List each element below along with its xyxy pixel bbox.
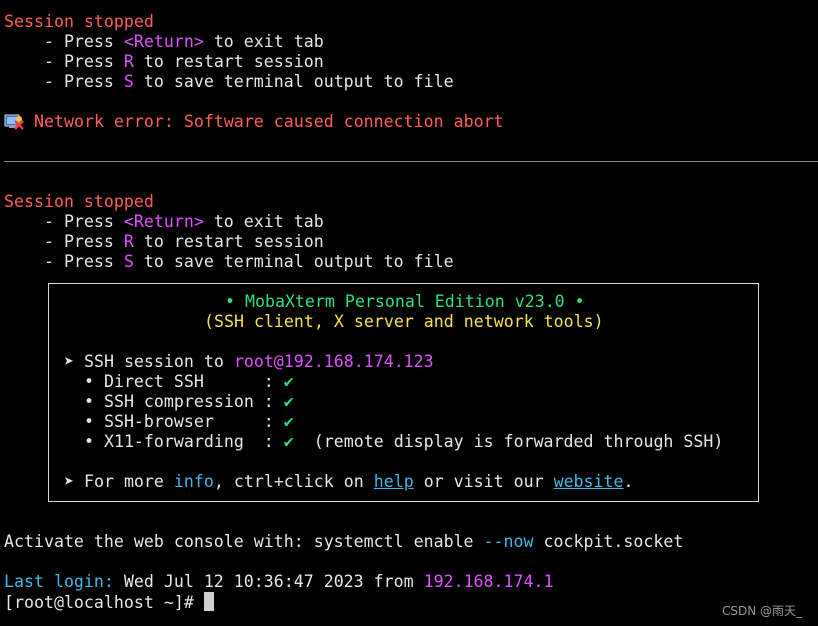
r-key: R — [123, 52, 134, 71]
press-return-line: - Press <Return> to exit tab — [4, 212, 324, 232]
activate-console-line: Activate the web console with: systemctl… — [4, 532, 683, 552]
s-key: S — [123, 252, 134, 271]
prompt-text: [root@localhost ~]# — [4, 593, 204, 612]
banner-subtitle: (SSH client, X server and network tools) — [204, 312, 604, 331]
return-desc: to exit tab — [203, 212, 324, 231]
now-flag: --now — [483, 532, 534, 551]
feature-ssh-compression: • SSH compression : ✔ — [64, 392, 294, 412]
check-icon: ✔ — [283, 432, 294, 451]
feature-note: (remote display is forwarded through SSH… — [293, 432, 724, 451]
last-login-label: Last login: — [4, 572, 114, 591]
more-prefix: ➤ For more — [64, 472, 174, 491]
press-r-line: - Press R to restart session — [4, 52, 324, 72]
more-info-line: ➤ For more info, ctrl+click on help or v… — [64, 472, 634, 492]
info-link[interactable]: info — [174, 472, 214, 491]
more-end: . — [623, 472, 634, 491]
press-label: - Press — [4, 252, 124, 271]
network-error-icon — [4, 114, 24, 130]
watermark-text: CSDN @雨天_ — [721, 604, 802, 618]
ssh-session-line: ➤ SSH session to root@192.168.174.123 — [64, 352, 434, 372]
press-label: - Press — [4, 212, 124, 231]
feature-direct-ssh: • Direct SSH : ✔ — [64, 372, 294, 392]
feature-label: • Direct SSH : — [64, 372, 284, 391]
press-r-line: - Press R to restart session — [4, 232, 324, 252]
session-stopped-text: Session stopped — [4, 12, 154, 31]
activate-text: Activate the web console with: systemctl… — [4, 532, 484, 551]
s-desc: to save terminal output to file — [133, 72, 454, 91]
session-stopped-text: Session stopped — [4, 192, 154, 211]
s-desc: to save terminal output to file — [133, 252, 454, 271]
press-return-line: - Press <Return> to exit tab — [4, 32, 324, 52]
press-label: - Press — [4, 32, 124, 51]
feature-label: • X11-forwarding : — [64, 432, 284, 451]
terminal-window[interactable]: Session stopped - Press <Return> to exit… — [0, 0, 818, 626]
feature-label: • SSH compression : — [64, 392, 284, 411]
check-icon: ✔ — [283, 412, 294, 431]
last-login-line: Last login: Wed Jul 12 10:36:47 2023 fro… — [4, 572, 553, 592]
last-login-date: Wed Jul 12 10:36:47 2023 from — [113, 572, 424, 591]
press-label: - Press — [4, 232, 124, 251]
more-mid: , ctrl+click on — [213, 472, 374, 491]
press-label: - Press — [4, 72, 124, 91]
shell-prompt[interactable]: [root@localhost ~]# — [4, 592, 214, 612]
r-desc: to restart session — [133, 52, 324, 71]
feature-ssh-browser: • SSH-browser : ✔ — [64, 412, 294, 432]
return-desc: to exit tab — [203, 32, 324, 51]
return-key: <Return> — [123, 212, 204, 231]
feature-label: • SSH-browser : — [64, 412, 284, 431]
s-key: S — [123, 72, 134, 91]
last-login-ip: 192.168.174.1 — [423, 572, 554, 591]
socket-text: cockpit.socket — [533, 532, 684, 551]
help-link[interactable]: help — [374, 472, 414, 491]
banner-title: • MobaXterm Personal Edition v23.0 • — [225, 292, 585, 311]
more-mid2: or visit our — [413, 472, 554, 491]
feature-x11-forwarding: • X11-forwarding : ✔ (remote display is … — [64, 432, 723, 452]
terminal-cursor — [203, 592, 214, 611]
r-desc: to restart session — [133, 232, 324, 251]
network-error-text: Network error: Software caused connectio… — [34, 112, 504, 131]
check-icon: ✔ — [283, 372, 294, 391]
press-s-line: - Press S to save terminal output to fil… — [4, 252, 454, 272]
ssh-target: root@192.168.174.123 — [233, 352, 434, 371]
press-label: - Press — [4, 52, 124, 71]
check-icon: ✔ — [283, 392, 294, 411]
ssh-prefix: ➤ SSH session to — [64, 352, 234, 371]
press-s-line: - Press S to save terminal output to fil… — [4, 72, 454, 92]
r-key: R — [123, 232, 134, 251]
website-link[interactable]: website — [554, 472, 624, 491]
separator-line — [4, 161, 818, 162]
return-key: <Return> — [123, 32, 204, 51]
